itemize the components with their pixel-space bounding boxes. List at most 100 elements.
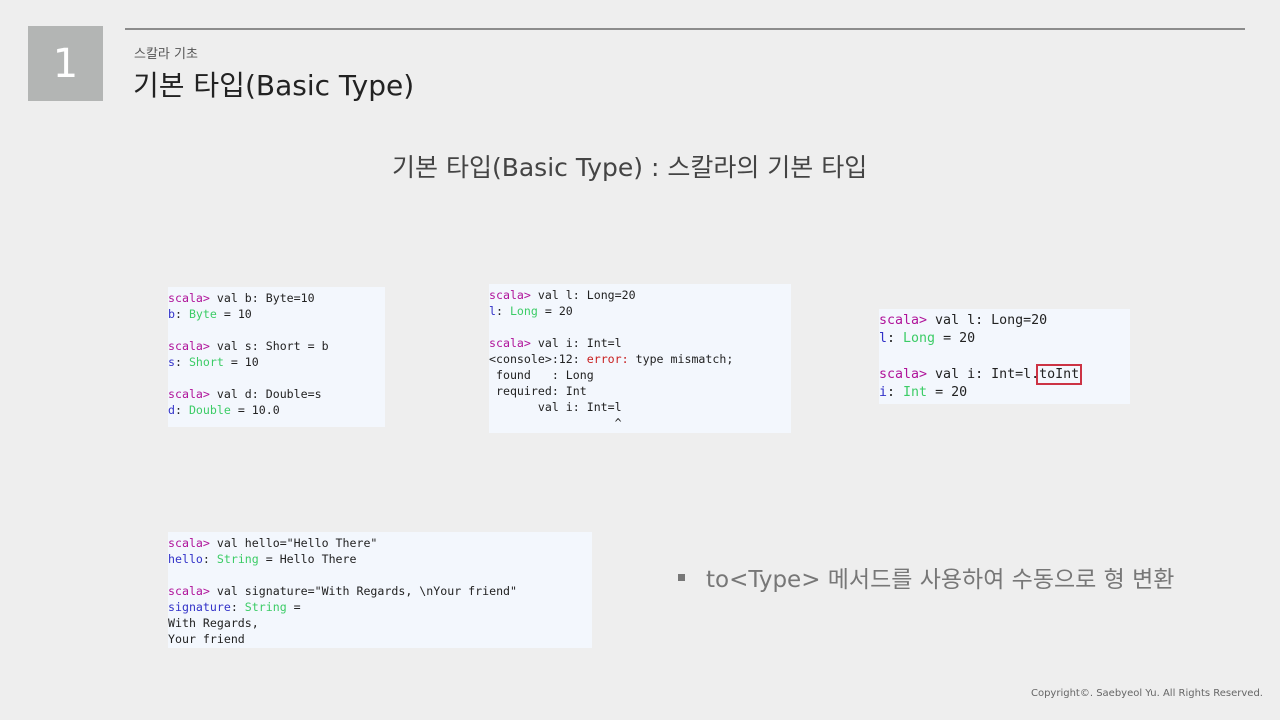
code-token: signature [168,600,231,614]
code-token: i [879,385,888,400]
code-token: scala> [489,288,531,302]
code-token: = Hello There [258,552,357,566]
header-divider [125,28,1245,30]
code-line: found : Long [489,367,791,383]
code-line: ^ [489,415,791,431]
code-line: d: Double = 10.0 [168,402,385,418]
code-token: val i: Int=l [489,400,622,414]
code-token: With Regards, [168,616,259,630]
code-token: hello [168,552,203,566]
content-heading: 기본 타입(Basic Type) : 스칼라의 기본 타입 [392,153,868,182]
code-token: scala> [879,367,928,382]
code-token: Long [903,331,936,346]
code-token: val l: Long=20 [530,288,636,302]
code-line: i: Int = 20 [879,384,1130,402]
code-line: l: Long = 20 [489,303,791,319]
code-token: = 10.0 [230,403,280,417]
code-line: scala> val i: Int=l.toInt [879,364,1130,385]
code-token: scala> [168,387,210,401]
code-token: val hello="Hello There" [209,536,378,550]
code-token: val i: Int=l. [927,367,1040,382]
code-token: error: [586,352,629,366]
code-token: = 20 [537,304,573,318]
code-token: val i: Int=l [530,336,622,350]
code-line: b: Byte = 10 [168,306,385,322]
code-line: scala> val b: Byte=10 [168,290,385,306]
code-token: = 20 [927,385,968,400]
code-token: = 10 [223,355,259,369]
code-line: l: Long = 20 [879,330,1130,348]
code-block-toint-conversion: scala> val l: Long=20 l: Long = 20 scala> … [879,309,1130,404]
code-line: scala> val l: Long=20 [489,287,791,303]
code-token: Byte [188,307,217,321]
code-token: Your friend [168,632,245,646]
code-token: : [887,385,904,400]
code-line: scala> val l: Long=20 [879,312,1130,330]
code-token: required: Int [489,384,587,398]
code-token: : [174,355,189,369]
code-token: val s: Short = b [209,339,329,353]
code-line: signature: String = [168,599,592,615]
slide-title: 기본 타입(Basic Type) [133,69,415,102]
code-block-basic-types: scala> val b: Byte=10 b: Byte = 10 scala> … [168,287,385,427]
code-line: s: Short = 10 [168,354,385,370]
code-line: scala> val hello="Hello There" [168,535,592,551]
code-token: scala> [879,313,928,328]
code-token: Long [509,304,538,318]
code-token: : [887,331,904,346]
code-token: = 20 [935,331,976,346]
code-line: required: Int [489,383,791,399]
code-token: scala> [168,291,210,305]
code-token: val l: Long=20 [927,313,1048,328]
code-token: = 10 [216,307,252,321]
code-line: val i: Int=l [489,399,791,415]
code-token: String [216,552,259,566]
code-token: val signature="With Regards, \nYour frie… [209,584,518,598]
code-token: : [495,304,510,318]
square-bullet-icon [678,573,685,581]
slide-number-badge: 1 [28,26,103,101]
code-line: Your friend [168,631,592,647]
code-token: <console>:12: [489,352,587,366]
section-subtitle: 스칼라 기초 [134,47,198,62]
code-token: val d: Double=s [209,387,322,401]
slide-number: 1 [52,40,79,87]
code-token: : [174,403,189,417]
code-token: l [489,304,496,318]
code-token: : [174,307,189,321]
code-block-string-type: scala> val hello="Hello There" hello: Str… [168,532,592,648]
code-token: found : Long [489,368,594,382]
code-token: : [230,600,245,614]
code-line: scala> val s: Short = b [168,338,385,354]
code-token: type mismatch; [628,352,734,366]
code-line: With Regards, [168,615,592,631]
code-token: scala> [168,339,210,353]
code-token: scala> [168,584,210,598]
code-token: scala> [168,536,210,550]
code-token: Double [188,403,231,417]
code-token: val b: Byte=10 [209,291,315,305]
code-token: Int [903,385,928,400]
code-token: String [244,600,287,614]
code-token: = [286,600,301,614]
code-line: hello: String = Hello There [168,551,592,567]
code-token: s [168,355,175,369]
bullet-point: to<Type> 메서드를 사용하여 수동으로 형 변환 [678,560,1174,594]
code-token: Short [188,355,224,369]
code-block-type-mismatch: scala> val l: Long=20 l: Long = 20 scala> … [489,284,791,433]
code-token: l [879,331,888,346]
bullet-text: to<Type> 메서드를 사용하여 수동으로 형 변환 [706,567,1175,593]
code-line: scala> val i: Int=l [489,335,791,351]
code-token: b [168,307,175,321]
code-token: scala> [489,336,531,350]
code-line: <console>:12: error: type mismatch; [489,351,791,367]
highlighted-method: toInt [1036,364,1083,385]
code-line: scala> val d: Double=s [168,386,385,402]
code-token: : [202,552,217,566]
code-line: scala> val signature="With Regards, \nYo… [168,583,592,599]
